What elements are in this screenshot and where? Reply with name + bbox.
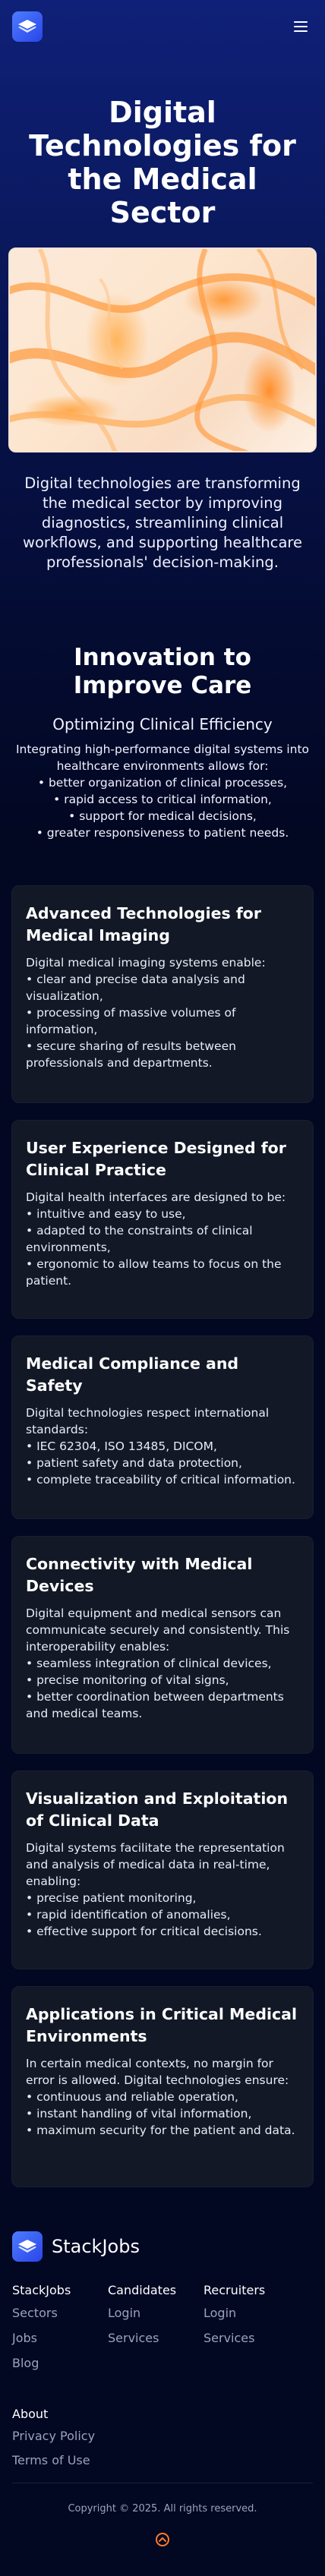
footer-link-recruiter-login[interactable]: Login <box>204 2306 299 2321</box>
footer-link-privacy-policy[interactable]: Privacy Policy <box>12 2429 313 2443</box>
footer-brand-name: StackJobs <box>52 2236 140 2257</box>
card-line: • effective support for critical decisio… <box>26 1925 262 1938</box>
card-line: • adapted to the constraints of clinical… <box>26 1224 253 1254</box>
card-title: Visualization and Exploitation of Clinic… <box>26 1789 289 1830</box>
card-line: • intuitive and easy to use, <box>26 1207 186 1221</box>
site-footer: StackJobs StackJobs Sectors Jobs Blog Ca… <box>0 2231 325 2467</box>
card-line: Digital equipment and medical sensors ca… <box>26 1606 290 1654</box>
stackjobs-logo-icon[interactable] <box>12 11 43 42</box>
card-body: Digital systems facilitate the represent… <box>26 1840 299 1940</box>
footer-column-heading: StackJobs <box>12 2283 71 2297</box>
intro-line: Integrating high-performance digital sys… <box>15 743 310 773</box>
card-connectivity: Connectivity with Medical Devices Digita… <box>11 1536 314 1754</box>
card-body: Digital medical imaging systems enable: … <box>26 954 299 1071</box>
card-line: Digital systems facilitate the represent… <box>26 1841 285 1888</box>
page: Digital Technologies for the Medical Sec… <box>0 0 325 2576</box>
footer-about-heading: About <box>12 2407 49 2421</box>
footer-link-sectors[interactable]: Sectors <box>12 2306 108 2321</box>
footer-link-candidate-services[interactable]: Services <box>108 2331 204 2346</box>
footer-link-terms-of-use[interactable]: Terms of Use <box>12 2453 313 2467</box>
intro-line: • better organization of clinical proces… <box>37 776 288 790</box>
intro-line: • greater responsiveness to patient need… <box>36 826 289 840</box>
footer-column-heading: Candidates <box>108 2283 177 2297</box>
innovation-title: Innovation to Improve Care <box>73 644 252 699</box>
card-title: Connectivity with Medical Devices <box>26 1555 253 1595</box>
footer-link-recruiter-services[interactable]: Services <box>204 2331 299 2346</box>
card-critical-environments: Applications in Critical Medical Environ… <box>11 1986 314 2187</box>
card-title: Advanced Technologies for Medical Imagin… <box>26 904 261 944</box>
card-title: Applications in Critical Medical Environ… <box>26 2005 298 2045</box>
intro-line: • support for medical decisions, <box>68 809 257 823</box>
card-line: • better coordination between department… <box>26 1690 284 1720</box>
card-line: • IEC 62304, ISO 13485, DICOM, <box>26 1439 217 1453</box>
card-line: • processing of massive volumes of infor… <box>26 1006 236 1036</box>
footer-column-candidates: Candidates Login Services <box>108 2283 204 2381</box>
card-line: • ergonomic to allow teams to focus on t… <box>26 1257 282 1288</box>
innovation-intro: Integrating high-performance digital sys… <box>0 741 325 841</box>
card-line: Digital health interfaces are designed t… <box>26 1190 286 1204</box>
card-line: • complete traceability of critical info… <box>26 1473 295 1487</box>
innovation-subtitle: Optimizing Clinical Efficiency <box>52 715 273 733</box>
footer-link-blog[interactable]: Blog <box>12 2356 108 2371</box>
card-line: • maximum security for the patient and d… <box>26 2124 295 2137</box>
card-title: User Experience Designed for Clinical Pr… <box>26 1139 286 1179</box>
card-body: Digital health interfaces are designed t… <box>26 1189 299 1289</box>
hero-image <box>8 248 317 452</box>
footer-link-candidate-login[interactable]: Login <box>108 2306 204 2321</box>
footer-columns: StackJobs Sectors Jobs Blog Candidates L… <box>12 2283 313 2381</box>
card-compliance-safety: Medical Compliance and Safety Digital te… <box>11 1335 314 1519</box>
card-line: • continuous and reliable operation, <box>26 2090 238 2104</box>
hero-title: Digital Technologies for the Medical Sec… <box>29 96 296 229</box>
card-line: • seamless integration of clinical devic… <box>26 1657 272 1670</box>
top-header <box>0 0 325 53</box>
stackjobs-logo-icon <box>12 2231 43 2262</box>
card-body: Digital equipment and medical sensors ca… <box>26 1605 299 1722</box>
footer-column-recruiters: Recruiters Login Services <box>204 2283 299 2381</box>
card-line: • clear and precise data analysis and vi… <box>26 973 245 1003</box>
hero-description: Digital technologies are transforming th… <box>23 475 302 571</box>
copyright-text: Copyright © 2025. All rights reserved. <box>68 2503 257 2515</box>
card-body: Digital technologies respect internation… <box>26 1405 299 1488</box>
card-body: In certain medical contexts, no margin f… <box>26 2055 299 2139</box>
footer-brand[interactable]: StackJobs <box>12 2231 313 2262</box>
card-line: In certain medical contexts, no margin f… <box>26 2057 289 2087</box>
footer-column-stackjobs: StackJobs Sectors Jobs Blog <box>12 2283 108 2381</box>
card-line: • patient safety and data protection, <box>26 1456 242 1470</box>
card-medical-imaging: Advanced Technologies for Medical Imagin… <box>11 885 314 1103</box>
card-line: • precise monitoring of vital signs, <box>26 1673 229 1687</box>
scroll-to-top-icon[interactable] <box>156 2533 169 2546</box>
hamburger-menu-icon[interactable] <box>289 14 313 39</box>
card-line: Digital medical imaging systems enable: <box>26 956 266 970</box>
card-title: Medical Compliance and Safety <box>26 1354 239 1395</box>
card-line: • instant handling of vital information, <box>26 2107 252 2120</box>
footer-about: About Privacy Policy Terms of Use <box>12 2407 313 2467</box>
footer-column-heading: Recruiters <box>204 2283 266 2297</box>
card-line: • rapid identification of anomalies, <box>26 1908 231 1922</box>
card-line: Digital technologies respect internation… <box>26 1406 270 1436</box>
card-user-experience: User Experience Designed for Clinical Pr… <box>11 1120 314 1319</box>
card-line: • secure sharing of results between prof… <box>26 1039 236 1070</box>
card-line: • precise patient monitoring, <box>26 1891 197 1905</box>
footer-link-jobs[interactable]: Jobs <box>12 2331 108 2346</box>
intro-line: • rapid access to critical information, <box>53 793 272 806</box>
card-clinical-data: Visualization and Exploitation of Clinic… <box>11 1770 314 1969</box>
